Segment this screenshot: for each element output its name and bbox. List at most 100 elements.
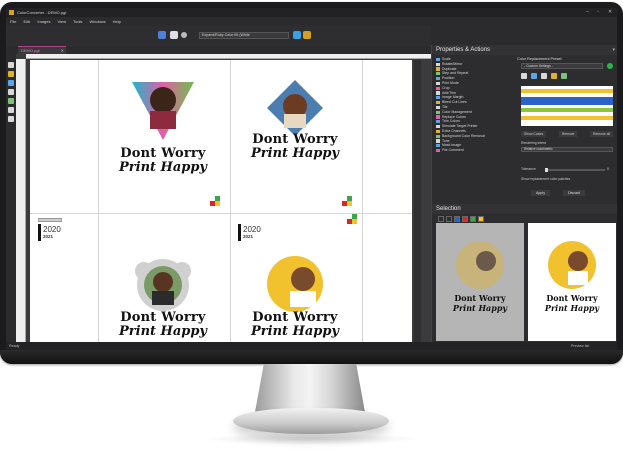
select-tool-icon[interactable] xyxy=(8,62,14,68)
action-label: Scale xyxy=(442,57,451,61)
action-label: Tone xyxy=(442,138,450,143)
action-label: Bleed Cut Lines xyxy=(442,100,467,105)
rendering-intent-label: Rendering intent xyxy=(521,141,546,145)
properties-panel-title: Properties & Actions ▾ xyxy=(432,45,617,55)
design-tile-1[interactable]: Dont Worry Print Happy xyxy=(98,60,228,213)
color-replacement-preview xyxy=(521,86,613,126)
add-preset-icon[interactable] xyxy=(607,63,613,69)
refresh-icon[interactable] xyxy=(293,31,301,39)
add-icon[interactable] xyxy=(470,216,476,222)
hand-tool-icon[interactable] xyxy=(8,116,14,122)
remove-button[interactable]: Remove xyxy=(558,131,578,137)
color-band xyxy=(521,116,613,120)
zoom-tool-icon[interactable] xyxy=(8,89,14,95)
list-view-icon[interactable] xyxy=(446,216,452,222)
action-label: Add/Trim xyxy=(442,90,457,95)
stand-shadow xyxy=(200,433,422,445)
menu-file[interactable]: File xyxy=(10,19,16,24)
move-tool-icon[interactable] xyxy=(8,80,14,86)
color-replacement-section: Color Replacement Preset - Custom Settin… xyxy=(517,57,616,197)
selection-thumbnail-2[interactable]: Dont Worry Print Happy xyxy=(528,223,616,341)
action-label: Print Mode xyxy=(442,80,459,85)
minimize-button[interactable]: – xyxy=(586,9,589,15)
app-screen: ColorConverter - DEMO.pgt – ▫ ✕ File Edi… xyxy=(6,8,617,350)
remove-all-button[interactable]: Remove all xyxy=(590,131,613,137)
design-slogan-line2: Print Happy xyxy=(119,160,207,175)
color-swatch-icon xyxy=(210,196,220,206)
action-label: Color Management xyxy=(442,109,472,114)
canvas-area[interactable]: Dont Worry Print Happy Dont Worry Print … xyxy=(16,54,431,342)
design-slogan-line2: Print Happy xyxy=(251,324,339,339)
menu-windows[interactable]: Windows xyxy=(89,19,105,24)
tolerance-label: Tolerance xyxy=(521,167,536,171)
discard-button[interactable]: Discard xyxy=(563,190,586,196)
rendering-intent-select[interactable]: Relative colorimetric xyxy=(521,147,613,152)
measure-tool-icon[interactable] xyxy=(8,107,14,113)
menu-edit[interactable]: Edit xyxy=(23,19,30,24)
preset-select[interactable]: - Custom Settings - xyxy=(521,63,603,69)
thumb-slogan-line2: Print Happy xyxy=(452,303,508,313)
toolbar: Expand/Ruby Color Kit (White xyxy=(6,26,431,46)
select-all-icon[interactable] xyxy=(454,216,460,222)
design-tile-3[interactable]: Dont Worry Print Happy xyxy=(98,213,228,342)
action-label: Simulate Target Printer xyxy=(442,124,478,129)
panel-pin-icon[interactable]: ▾ xyxy=(612,45,615,55)
window-title: ColorConverter - DEMO.pgt xyxy=(17,10,67,15)
menu-help[interactable]: Help xyxy=(113,19,121,24)
warning-icon[interactable] xyxy=(478,216,484,222)
grid-view-icon[interactable] xyxy=(438,216,444,222)
tool-strip xyxy=(6,54,16,338)
tab-close-icon[interactable]: ✕ xyxy=(61,47,64,54)
flip-icon[interactable] xyxy=(158,31,166,39)
design-slogan-line2: Print Happy xyxy=(119,324,207,339)
design-tile-4[interactable]: Dont Worry Print Happy xyxy=(230,213,360,342)
menu-images[interactable]: Images xyxy=(37,19,50,24)
tolerance-slider[interactable] xyxy=(545,168,605,172)
color-icon[interactable] xyxy=(303,31,311,39)
eyedropper-icon[interactable] xyxy=(521,73,527,79)
target-icon[interactable] xyxy=(531,73,537,79)
menu-bar: File Edit Images View Tools Windows Help xyxy=(6,17,431,26)
show-colors-button[interactable]: Show Colors xyxy=(521,131,547,137)
menu-tools[interactable]: Tools xyxy=(73,19,82,24)
guide-line xyxy=(362,60,363,342)
print-layout-page: Dont Worry Print Happy Dont Worry Print … xyxy=(30,60,412,342)
design-tile-2[interactable]: Dont Worry Print Happy xyxy=(230,60,360,213)
swap-icon[interactable] xyxy=(541,73,547,79)
action-label: Mask Image xyxy=(442,143,462,148)
action-label: Extra Channels xyxy=(442,128,466,133)
action-label: Duplicate xyxy=(442,66,457,71)
palette-icon[interactable] xyxy=(561,73,567,79)
menu-view[interactable]: View xyxy=(57,19,66,24)
title-bar: ColorConverter - DEMO.pgt – ▫ ✕ xyxy=(6,8,617,17)
slider-handle[interactable] xyxy=(545,168,548,172)
brush-icon[interactable] xyxy=(551,73,557,79)
thumb-slogan-line1: Dont Worry xyxy=(454,293,506,303)
settings-icon[interactable] xyxy=(181,32,187,38)
print-icon[interactable] xyxy=(170,31,178,39)
action-label: Replace Colors xyxy=(442,114,466,119)
status-right-text: Preview list xyxy=(571,344,590,348)
action-item[interactable]: File Comment xyxy=(435,148,515,153)
label-bar xyxy=(38,224,41,241)
delete-icon[interactable] xyxy=(462,216,468,222)
crop-tool-icon[interactable] xyxy=(8,71,14,77)
close-window-button[interactable]: ✕ xyxy=(608,9,612,15)
show-patches-checkbox[interactable]: Show replacement color patches xyxy=(521,177,570,181)
color-swatch-icon xyxy=(342,196,352,206)
monitor-stand-base xyxy=(233,408,389,434)
app-logo-icon xyxy=(9,10,14,15)
color-picker-icon[interactable] xyxy=(8,98,14,104)
apply-button[interactable]: Apply xyxy=(531,190,550,196)
tolerance-value[interactable]: 0 xyxy=(607,167,609,171)
vertical-scrollbar[interactable] xyxy=(414,60,421,342)
maximize-button[interactable]: ▫ xyxy=(597,9,599,15)
monitor-mockup: ColorConverter - DEMO.pgt – ▫ ✕ File Edi… xyxy=(0,0,623,453)
selection-tools xyxy=(438,216,484,222)
color-band xyxy=(521,97,613,105)
preset-heading: Color Replacement Preset xyxy=(517,57,562,61)
tab-demo[interactable]: DEMO.pgt ✕ xyxy=(18,46,66,54)
selection-thumbnail-1[interactable]: Dont Worry Print Happy xyxy=(436,223,524,341)
output-preset-select[interactable]: Expand/Ruby Color Kit (White xyxy=(199,32,289,39)
design-slogan-line1: Dont Worry xyxy=(120,146,206,161)
